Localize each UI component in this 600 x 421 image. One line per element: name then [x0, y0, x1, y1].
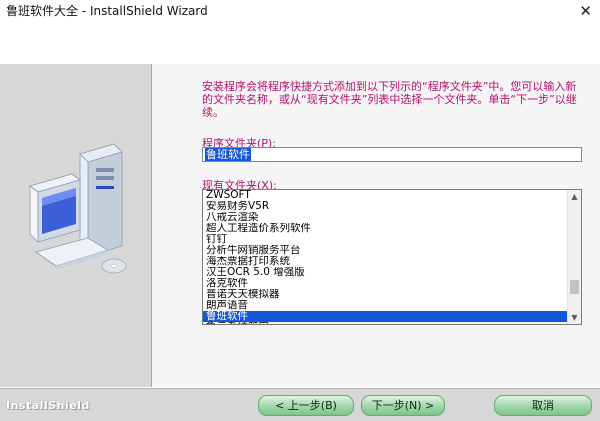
- list-item[interactable]: 八戒云渲染: [203, 212, 567, 223]
- existing-folders-list[interactable]: ZWSOFT 安易财务V5R 八戒云渲染 超人工程造价系列软件 钉钉 分析牛网销服务平台海…: [202, 189, 582, 325]
- scroll-thumb[interactable]: [570, 280, 579, 294]
- window-title: 鲁班软件大全 - InstallShield Wizard: [6, 4, 208, 18]
- next-button[interactable]: 下一步(N) >: [361, 395, 445, 416]
- title-bar[interactable]: 鲁班软件大全 - InstallShield Wizard ✕: [0, 0, 600, 64]
- list-item[interactable]: 分析牛网销服务平台: [203, 245, 567, 256]
- list-item[interactable]: 钉钉: [203, 234, 567, 245]
- folder-items: ZWSOFT 安易财务V5R 八戒云渲染 超人工程造价系列软件 钉钉 分析牛网销服务平台海…: [203, 190, 567, 324]
- computer-icon: [29, 143, 127, 274]
- footer-bar: InstallShield < 上一步(B) 下一步(N) > 取消: [0, 388, 600, 421]
- list-scrollbar[interactable]: ▲ ▼: [567, 190, 581, 324]
- list-item[interactable]: 普诺天天模拟器: [203, 289, 567, 300]
- program-folder-input[interactable]: 鲁班软件: [202, 147, 582, 162]
- left-illustration-panel: [0, 64, 152, 387]
- list-item[interactable]: 鲁班软件: [203, 311, 567, 322]
- list-item[interactable]: 海杰票据打印系统: [203, 256, 567, 267]
- list-item[interactable]: 洛克软件: [203, 278, 567, 289]
- scroll-down-icon[interactable]: ▼: [568, 311, 581, 324]
- list-item[interactable]: 鲁云系统管家: [203, 322, 567, 324]
- content-panel: 安装程序会将程序快捷方式添加到以下列示的“程序文件夹”中。您可以输入新的文件夹名…: [152, 64, 600, 387]
- close-icon[interactable]: ✕: [579, 2, 592, 20]
- installshield-logo: InstallShield: [6, 399, 90, 412]
- scroll-up-icon[interactable]: ▲: [568, 190, 581, 203]
- cancel-button[interactable]: 取消: [494, 395, 592, 416]
- list-item[interactable]: 超人工程造价系列软件: [203, 223, 567, 234]
- list-item[interactable]: 朗声语音: [203, 300, 567, 311]
- list-item[interactable]: ZWSOFT: [203, 190, 567, 201]
- program-folder-value: 鲁班软件: [205, 148, 251, 161]
- list-item[interactable]: 安易财务V5R: [203, 201, 567, 212]
- list-item[interactable]: 汉王OCR 5.0 增强版: [203, 267, 567, 278]
- instructions-text: 安装程序会将程序快捷方式添加到以下列示的“程序文件夹”中。您可以输入新的文件夹名…: [202, 80, 577, 119]
- back-button[interactable]: < 上一步(B): [258, 395, 354, 416]
